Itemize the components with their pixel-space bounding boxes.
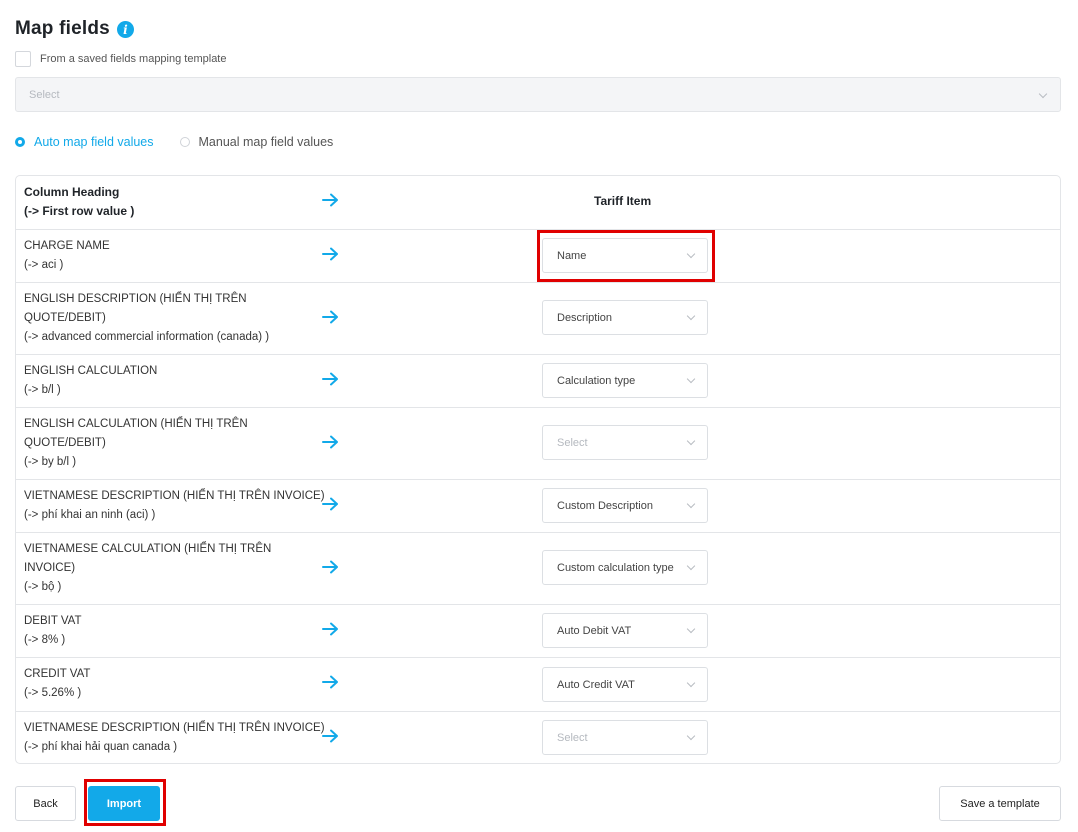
column-heading-cell: DEBIT VAT (-> 8% ) <box>24 615 82 646</box>
back-button[interactable]: Back <box>15 786 76 821</box>
tariff-item-placeholder: Select <box>557 437 588 449</box>
column-heading-cell: ENGLISH DESCRIPTION (HIỂN THỊ TRÊN QUOTE/… <box>24 293 270 343</box>
tariff-item-value: Auto Credit VAT <box>557 679 635 691</box>
manual-map-radio[interactable] <box>179 137 190 147</box>
table-row: VIETNAMESE DESCRIPTION (HIỂN THỊ TRÊN IN… <box>16 711 1060 764</box>
template-select[interactable]: Select <box>15 77 1061 112</box>
column-heading-cell: VIETNAMESE CALCULATION (HIỂN THỊ TRÊN INV… <box>24 543 272 593</box>
arrow-right-icon <box>322 310 338 324</box>
table-row: ENGLISH DESCRIPTION (HIỂN THỊ TRÊN QUOTE/… <box>16 282 1060 354</box>
tariff-item-placeholder: Select <box>557 732 588 744</box>
tariff-item-select[interactable]: Select <box>542 425 708 460</box>
saved-template-checkbox[interactable] <box>15 51 31 67</box>
chevron-down-icon <box>1038 89 1048 99</box>
chevron-down-icon <box>686 624 696 634</box>
table-row: VIETNAMESE CALCULATION (HIỂN THỊ TRÊN INV… <box>16 532 1060 604</box>
chevron-down-icon <box>686 436 696 446</box>
chevron-down-icon <box>686 374 696 384</box>
column-heading-cell: ENGLISH CALCULATION (-> b/l ) <box>24 365 158 396</box>
name-select-highlight <box>537 230 715 282</box>
arrow-right-icon <box>322 622 338 636</box>
tariff-item-value: Calculation type <box>557 375 636 387</box>
table-row: ENGLISH CALCULATION (HIỂN THỊ TRÊN QUOTE/… <box>16 407 1060 479</box>
tariff-item-label: Tariff Item <box>594 194 652 208</box>
column-heading-label: Column Heading (-> First row value ) <box>24 185 135 218</box>
tariff-item-value: Custom calculation type <box>557 562 674 574</box>
chevron-down-icon <box>686 678 696 688</box>
chevron-down-icon <box>686 311 696 321</box>
column-heading-cell: CHARGE NAME (-> aci ) <box>24 240 110 271</box>
table-row: CREDIT VAT (-> 5.26% ) Auto Credit VAT <box>16 657 1060 711</box>
auto-map-label[interactable]: Auto map field values <box>34 135 154 149</box>
tariff-item-select[interactable]: Custom Description <box>542 488 708 523</box>
table-header-row: Column Heading (-> First row value ) Tar… <box>16 176 1060 229</box>
arrow-right-icon <box>322 193 338 207</box>
mapping-mode-group: Auto map field values Manual map field v… <box>15 135 333 149</box>
arrow-right-icon <box>322 372 338 386</box>
arrow-right-icon <box>322 497 338 511</box>
info-icon[interactable]: i <box>116 21 134 38</box>
arrow-right-icon <box>322 247 338 261</box>
tariff-item-select[interactable]: Auto Debit VAT <box>542 613 708 648</box>
column-heading-cell: VIETNAMESE DESCRIPTION (HIỂN THỊ TRÊN IN… <box>24 490 325 521</box>
tariff-item-select[interactable]: Description <box>542 300 708 335</box>
tariff-item-value: Description <box>557 312 613 324</box>
chevron-down-icon <box>686 561 696 571</box>
tariff-item-select[interactable]: Calculation type <box>542 363 708 398</box>
tariff-item-value: Custom Description <box>557 500 653 512</box>
saved-template-toggle[interactable]: From a saved fields mapping template <box>15 51 226 67</box>
arrow-right-icon <box>322 729 338 743</box>
column-heading-cell: CREDIT VAT (-> 5.26% ) <box>24 668 91 699</box>
tariff-item-select[interactable]: Select <box>542 720 708 755</box>
chevron-down-icon <box>686 731 696 741</box>
page-title: Map fields <box>15 18 110 39</box>
arrow-right-icon <box>322 560 338 574</box>
tariff-item-select[interactable]: Auto Credit VAT <box>542 667 708 702</box>
import-button-highlight <box>84 779 166 826</box>
template-select-placeholder: Select <box>29 89 60 101</box>
page-header: Map fields i <box>15 18 134 40</box>
arrow-right-icon <box>322 435 338 449</box>
column-heading-cell: ENGLISH CALCULATION (HIỂN THỊ TRÊN QUOTE/… <box>24 418 248 468</box>
save-template-button[interactable]: Save a template <box>939 786 1061 821</box>
table-row: DEBIT VAT (-> 8% ) Auto Debit VAT <box>16 604 1060 657</box>
column-heading-cell: VIETNAMESE DESCRIPTION (HIỂN THỊ TRÊN IN… <box>24 722 325 753</box>
chevron-down-icon <box>686 499 696 509</box>
saved-template-label: From a saved fields mapping template <box>40 53 227 65</box>
table-row: VIETNAMESE DESCRIPTION (HIỂN THỊ TRÊN IN… <box>16 479 1060 532</box>
manual-map-label[interactable]: Manual map field values <box>199 135 334 149</box>
arrow-right-icon <box>322 675 338 689</box>
tariff-item-value: Auto Debit VAT <box>557 625 632 637</box>
table-row: ENGLISH CALCULATION (-> b/l ) Calculation… <box>16 354 1060 407</box>
auto-map-radio[interactable] <box>15 137 25 147</box>
tariff-item-select[interactable]: Custom calculation type <box>542 550 708 585</box>
